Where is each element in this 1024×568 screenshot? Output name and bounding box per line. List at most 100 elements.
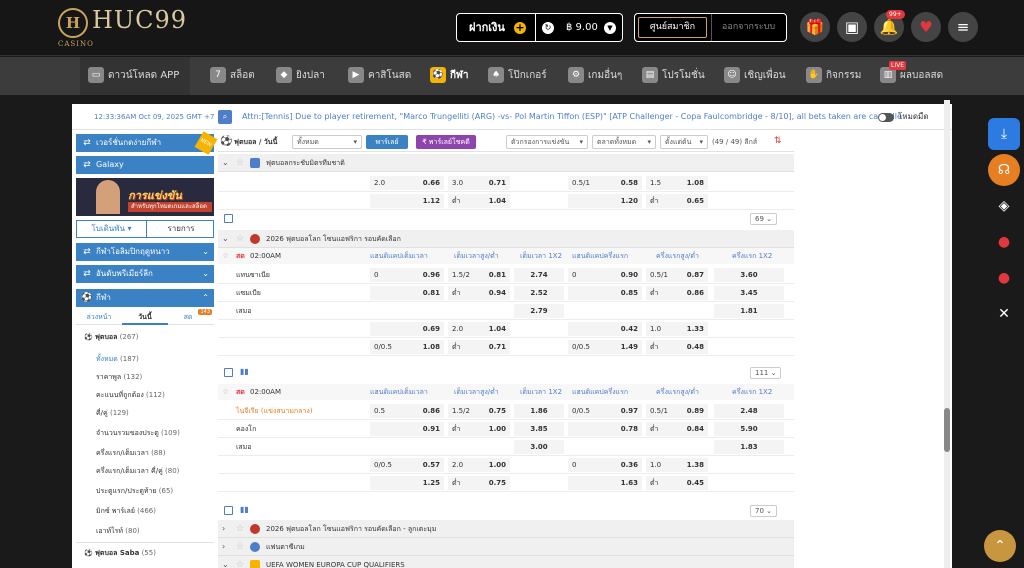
star-icon[interactable]: ☆ <box>236 230 244 248</box>
sidebar-subitem[interactable]: จำนวนรวมของประตู (109) <box>96 428 180 439</box>
sidebar-subitem[interactable]: เอาท์ไรท์ (80) <box>96 526 140 537</box>
sword-icon[interactable]: ✕ <box>988 298 1020 330</box>
star-icon[interactable]: ☆ <box>222 248 229 264</box>
sidebar-subitem[interactable]: ครึ่งแรก/เต็มเวลา คี่/คู่ (80) <box>96 466 179 477</box>
star-icon[interactable]: ☆ <box>236 154 244 172</box>
logo[interactable]: H HUC99 CASINO <box>58 6 198 50</box>
heart-icon[interactable]: ♥ <box>911 12 941 42</box>
promo-icon[interactable]: ◈ <box>988 190 1020 222</box>
sort-select[interactable]: ตั้งแต่ต้น ▾ <box>660 135 708 149</box>
odds-cell[interactable]: 0.42 <box>568 322 642 336</box>
odds-cell[interactable]: 1.5 1.08 <box>646 176 708 190</box>
star-icon[interactable]: ☆ <box>236 556 244 568</box>
odds-cell[interactable]: 3.60 <box>714 268 784 282</box>
odds-cell[interactable]: 0.69 <box>370 322 444 336</box>
odds-cell[interactable]: ต่ำ 1.04 <box>448 194 510 208</box>
logout-button[interactable]: ออกจากระบบ <box>711 14 785 41</box>
odds-cell[interactable]: 0 0.90 <box>568 268 642 282</box>
tab-today[interactable]: วันนี้ <box>122 309 168 325</box>
download-icon[interactable]: ⤓ <box>988 118 1020 150</box>
game-icon[interactable]: ● <box>988 226 1020 258</box>
parlay-button[interactable]: พาร์เลย์ <box>366 135 408 149</box>
more-markets-button[interactable]: 69 ⌄ <box>750 213 778 225</box>
odds-cell[interactable]: 3.0 0.71 <box>448 176 510 190</box>
odds-cell[interactable]: 0/0.5 0.57 <box>370 458 444 472</box>
sidebar-subitem[interactable]: ประตูแรก/ประตูท้าย (65) <box>96 486 173 497</box>
odds-cell[interactable]: 0/0.5 1.49 <box>568 340 642 354</box>
sidebar-item-football-saba[interactable]: ⚽ ฟุตบอล Saba (55) <box>84 548 156 559</box>
odds-cell[interactable]: ต่ำ 0.75 <box>448 476 510 490</box>
odds-cell[interactable]: 2.0 1.00 <box>448 458 510 472</box>
league-header[interactable]: ⌄ ☆ UEFA WOMEN EUROPA CUP QUALIFIERS <box>218 556 794 568</box>
list-icon[interactable] <box>224 506 233 515</box>
sidebar-subitem[interactable]: ครึ่งแรก/เต็มเวลา (88) <box>96 448 165 459</box>
odds-cell[interactable]: 0 0.96 <box>370 268 444 282</box>
sidebar-subitem[interactable]: คะแนนที่ถูกต้อง (112) <box>96 390 165 401</box>
nav-invite[interactable]: ☺ เชิญเพื่อน <box>724 57 786 95</box>
galaxy-button[interactable]: ⇄ Galaxy <box>76 156 214 174</box>
nav-activity[interactable]: ✋ กิจกรรม <box>806 57 861 95</box>
odds-cell[interactable]: 0 0.36 <box>568 458 642 472</box>
odds-cell[interactable]: ต่ำ 1.00 <box>448 422 510 436</box>
odds-cell[interactable]: 0.5/1 0.89 <box>646 404 708 418</box>
easy-version-button[interactable]: ⇄ เวอร์ชั่นกดง่ายกีฬา NEW <box>76 131 218 155</box>
sports-button[interactable]: ⚽ กีฬา ⌃ <box>76 289 214 307</box>
tab-bet-slip[interactable]: โบเดินพัน ▾ <box>77 221 147 237</box>
odds-cell[interactable]: 1.5/2 0.75 <box>448 404 510 418</box>
odds-cell[interactable]: 0/0.5 1.08 <box>370 340 444 354</box>
odds-cell[interactable]: 0.5/1 0.87 <box>646 268 708 282</box>
sidebar-subitem[interactable]: คี่/คู่ (129) <box>96 408 129 419</box>
star-icon[interactable]: ☆ <box>222 384 229 400</box>
league-filter-select[interactable]: ตัวกรองการแข่งขัน ▾ <box>506 135 588 149</box>
more-markets-button[interactable]: 70 ⌄ <box>750 505 778 517</box>
tab-list[interactable]: รายการ <box>147 221 215 237</box>
odds-cell[interactable]: 3.00 <box>514 440 564 454</box>
odds-cell[interactable]: 1.0 1.38 <box>646 458 708 472</box>
odds-cell[interactable]: 1.20 <box>568 194 642 208</box>
odds-cell[interactable]: 2.0 1.04 <box>448 322 510 336</box>
odds-cell[interactable]: 3.45 <box>714 286 784 300</box>
sidebar-subitem[interactable]: ราคาพูล (132) <box>96 372 142 383</box>
list-icon[interactable] <box>224 368 233 377</box>
game-icon[interactable]: ● <box>988 262 1020 294</box>
odds-cell[interactable]: 0.91 <box>370 422 444 436</box>
odds-cell[interactable]: ต่ำ 0.86 <box>646 286 708 300</box>
odds-cell[interactable]: 1.86 <box>514 404 564 418</box>
odds-cell[interactable]: 0.5 0.86 <box>370 404 444 418</box>
scrollbar[interactable] <box>944 100 950 568</box>
headset-icon[interactable]: ☊ <box>988 154 1020 186</box>
chevron-right-icon[interactable]: › <box>222 520 225 538</box>
odds-cell[interactable]: 1.63 <box>568 476 642 490</box>
odds-cell[interactable]: 2.48 <box>714 404 784 418</box>
odds-cell[interactable]: 0.5/1 0.58 <box>568 176 642 190</box>
search-icon[interactable]: ⌕ <box>218 110 232 124</box>
chevron-down-icon[interactable]: ▼ <box>604 22 616 34</box>
nav-slot[interactable]: 7 สล็อต <box>210 57 255 95</box>
stats-icon[interactable]: ▮▮ <box>240 367 249 376</box>
sidebar-subitem[interactable]: ทั้งหมด (187) <box>96 354 139 365</box>
odds-cell[interactable]: 1.81 <box>714 304 784 318</box>
odds-cell[interactable]: 1.12 <box>370 194 444 208</box>
odds-cell[interactable]: 2.0 0.66 <box>370 176 444 190</box>
deposit-button[interactable]: ฝากเงิน + <box>456 13 536 42</box>
more-markets-button[interactable]: 111 ⌄ <box>750 367 782 379</box>
stats-icon[interactable]: ▮▮ <box>240 505 249 514</box>
scrollbar-thumb[interactable] <box>944 408 950 452</box>
league-header[interactable]: › ☆ แฟนตาซีเกม <box>218 538 794 556</box>
balance-box[interactable]: ↻ ฿ 9.00 ▼ <box>536 13 623 42</box>
tab-early[interactable]: ล่วงหน้า <box>76 309 122 325</box>
download-app-button[interactable]: ▭ ดาวน์โหลด APP <box>80 57 190 95</box>
odds-cell[interactable]: ต่ำ 0.71 <box>448 340 510 354</box>
list-icon[interactable] <box>224 214 233 223</box>
odds-cell[interactable]: 1.5/2 0.81 <box>448 268 510 282</box>
filter-select[interactable]: ทั้งหมด ▾ <box>292 135 362 149</box>
star-icon[interactable]: ☆ <box>236 520 244 538</box>
odds-cell[interactable]: ต่ำ 0.65 <box>646 194 708 208</box>
nav-live-casino[interactable]: ▶ คาสิโนสด <box>348 57 411 95</box>
dark-mode-toggle[interactable] <box>878 113 894 122</box>
winter-olympics-button[interactable]: ⇄ กีฬาโอลิมปิกฤดูหนาว ⌄ <box>76 243 214 261</box>
thai-flag-icon[interactable]: ≡ <box>948 12 978 42</box>
sort-icon[interactable]: ⇅ <box>774 136 782 146</box>
member-center-button[interactable]: ศูนย์สมาชิก <box>638 17 707 38</box>
odds-cell[interactable]: 0/0.5 0.97 <box>568 404 642 418</box>
